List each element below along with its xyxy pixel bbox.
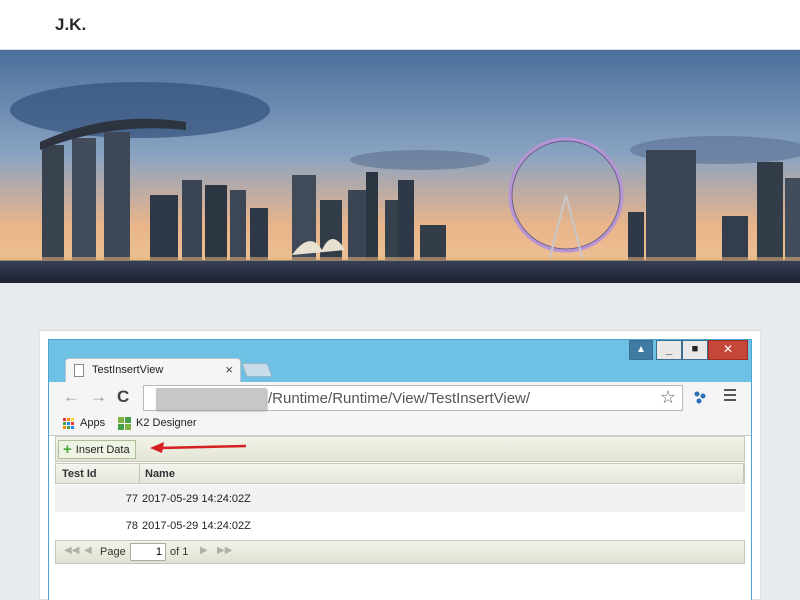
browser-window: TestInsertView × ▲ _ ■ ✕ ← → C /Runtime/… xyxy=(48,339,752,600)
column-header-test-id[interactable]: Test Id xyxy=(62,468,97,480)
bookmarks-bar: Apps K2 Designer xyxy=(49,414,751,436)
address-path: /Runtime/Runtime/View/TestInsertView/ xyxy=(268,390,531,407)
column-divider xyxy=(139,464,140,483)
menu-icon[interactable] xyxy=(724,389,736,404)
first-page-icon[interactable]: ◀◀ xyxy=(64,545,79,556)
minimize-button[interactable]: _ xyxy=(656,340,682,360)
table-row[interactable]: 78 2017-05-29 14:24:02Z xyxy=(55,512,745,539)
pager: ◀◀ ◀ Page of 1 ▶ ▶▶ xyxy=(55,540,745,564)
k2-icon xyxy=(118,417,132,431)
grid-header: Test Id Name xyxy=(55,463,745,484)
new-tab-button[interactable] xyxy=(241,363,273,377)
cell-name: 2017-05-29 14:24:02Z xyxy=(142,520,251,532)
minimize-icon: _ xyxy=(665,342,673,356)
page-of-label: of 1 xyxy=(170,546,189,558)
page-number-input[interactable] xyxy=(130,543,166,561)
document-icon xyxy=(74,364,84,377)
cell-test-id: 77 xyxy=(125,493,138,505)
table-row[interactable]: 77 2017-05-29 14:24:02Z xyxy=(55,485,745,512)
page-content: + Insert Data Test Id Name 77 2017-05-29… xyxy=(49,436,751,600)
insert-data-label: Insert Data xyxy=(75,443,130,456)
cell-name: 2017-05-29 14:24:02Z xyxy=(142,493,251,505)
extension-icon[interactable] xyxy=(693,390,707,404)
tab-testinsertview[interactable]: TestInsertView × xyxy=(65,358,241,382)
next-page-icon[interactable]: ▶ xyxy=(200,545,208,556)
cell-test-id: 78 xyxy=(125,520,138,532)
view-toolbar: + Insert Data xyxy=(55,436,745,462)
user-icon: ▲ xyxy=(636,344,646,355)
column-divider xyxy=(743,464,744,483)
insert-data-button[interactable]: + Insert Data xyxy=(58,440,136,459)
back-icon[interactable]: ← xyxy=(63,387,80,407)
column-header-name[interactable]: Name xyxy=(145,468,175,480)
page-label: Page xyxy=(100,546,126,558)
bookmark-k2-designer[interactable]: K2 Designer xyxy=(136,417,197,429)
browser-toolbar: ← → C /Runtime/Runtime/View/TestInsertVi… xyxy=(49,382,751,414)
bookmark-star-icon[interactable]: ☆ xyxy=(660,387,676,408)
plus-icon: + xyxy=(63,441,72,458)
close-window-button[interactable]: ✕ xyxy=(708,340,748,360)
last-page-icon[interactable]: ▶▶ xyxy=(217,545,232,556)
banner-image xyxy=(0,50,800,283)
maximize-button[interactable]: ■ xyxy=(682,340,708,360)
bookmark-apps[interactable]: Apps xyxy=(80,417,105,429)
annotation-arrow-icon xyxy=(150,442,247,453)
tab-close-icon[interactable]: × xyxy=(225,362,233,377)
redacted-host xyxy=(156,388,266,410)
maximize-icon: ■ xyxy=(691,343,699,355)
profile-button[interactable]: ▲ xyxy=(629,340,653,360)
site-header: J.K. xyxy=(0,0,800,50)
close-icon: ✕ xyxy=(722,342,734,356)
forward-icon[interactable]: → xyxy=(90,387,107,407)
site-title[interactable]: J.K. xyxy=(55,15,86,35)
prev-page-icon[interactable]: ◀ xyxy=(84,545,92,556)
apps-grid-icon xyxy=(63,418,75,430)
tab-label: TestInsertView xyxy=(92,364,164,376)
reload-icon[interactable]: C xyxy=(117,387,129,407)
address-bar[interactable]: /Runtime/Runtime/View/TestInsertView/ ☆ xyxy=(143,385,683,411)
